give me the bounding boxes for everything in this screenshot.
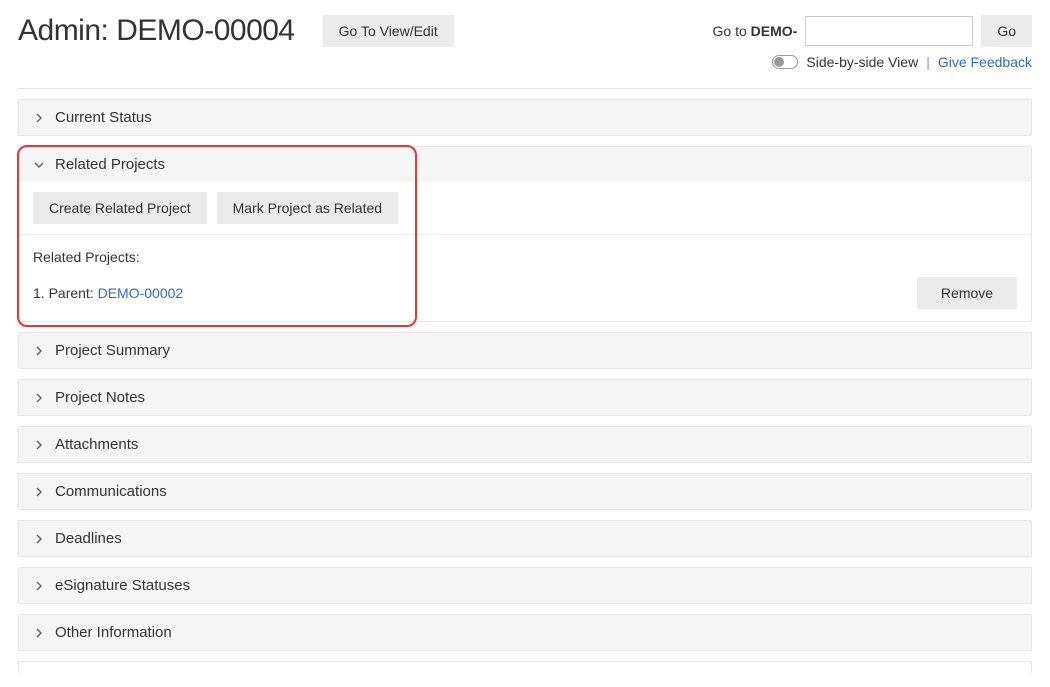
panel-title-project-notes: Project Notes [55, 389, 145, 406]
chevron-right-icon [33, 112, 45, 124]
panel-project-summary: Project Summary [18, 332, 1032, 369]
panel-header-project-summary[interactable]: Project Summary [19, 333, 1031, 368]
chevron-right-icon [33, 486, 45, 498]
page-header: Admin: DEMO-00004 Go To View/Edit Go to … [18, 14, 1032, 48]
panel-title-communications: Communications [55, 483, 167, 500]
chevron-right-icon [33, 345, 45, 357]
panel-related-projects: Related Projects Create Related Project … [18, 146, 1032, 322]
header-right-goto: Go to DEMO- Go [713, 15, 1033, 47]
chevron-right-icon [33, 439, 45, 451]
panel-header-project-notes[interactable]: Project Notes [19, 380, 1031, 415]
panel-project-notes: Project Notes [18, 379, 1032, 416]
panel-title-attachments: Attachments [55, 436, 138, 453]
panel-header-attachments[interactable]: Attachments [19, 427, 1031, 462]
related-project-row: 1. Parent: DEMO-00002 Remove [33, 277, 1017, 309]
panel-attachments: Attachments [18, 426, 1032, 463]
panel-title-deadlines: Deadlines [55, 530, 122, 547]
chevron-right-icon [33, 627, 45, 639]
panel-other-information: Other Information [18, 614, 1032, 651]
goto-bold: DEMO- [751, 23, 798, 39]
related-projects-button-row: Create Related Project Mark Project as R… [33, 192, 1017, 224]
panel-header-deadlines[interactable]: Deadlines [19, 521, 1031, 556]
chevron-down-icon [33, 159, 45, 171]
page-title: Admin: DEMO-00004 [18, 14, 295, 48]
panel-deadlines: Deadlines [18, 520, 1032, 557]
panel-inner-divider [19, 234, 1031, 235]
side-by-side-label: Side-by-side View [806, 54, 918, 70]
chevron-right-icon [33, 580, 45, 592]
remove-button[interactable]: Remove [917, 277, 1017, 309]
panel-cutoff [18, 661, 1032, 673]
panel-header-current-status[interactable]: Current Status [19, 100, 1031, 135]
related-project-item: 1. Parent: DEMO-00002 [33, 285, 183, 301]
panel-header-related-projects[interactable]: Related Projects [19, 147, 1031, 182]
mark-project-as-related-button[interactable]: Mark Project as Related [217, 192, 398, 224]
panel-title-related-projects: Related Projects [55, 156, 165, 173]
panel-header-communications[interactable]: Communications [19, 474, 1031, 509]
panel-header-other-information[interactable]: Other Information [19, 615, 1031, 650]
goto-prefix: Go to [713, 23, 751, 39]
header-left: Admin: DEMO-00004 Go To View/Edit [18, 14, 454, 48]
create-related-project-button[interactable]: Create Related Project [33, 192, 207, 224]
panel-current-status: Current Status [18, 99, 1032, 136]
sub-header: Side-by-side View | Give Feedback [18, 54, 1032, 70]
panel-header-esignature-statuses[interactable]: eSignature Statuses [19, 568, 1031, 603]
side-by-side-toggle[interactable] [772, 55, 798, 69]
go-to-view-edit-button[interactable]: Go To View/Edit [323, 15, 454, 47]
goto-input[interactable] [805, 16, 973, 46]
divider: | [926, 54, 930, 70]
panel-title-current-status: Current Status [55, 109, 152, 126]
related-project-item-prefix: 1. Parent: [33, 285, 98, 301]
related-projects-list-heading: Related Projects: [33, 249, 1017, 265]
chevron-right-icon [33, 533, 45, 545]
panel-body-related-projects: Create Related Project Mark Project as R… [19, 182, 1031, 321]
chevron-right-icon [33, 392, 45, 404]
give-feedback-link[interactable]: Give Feedback [938, 54, 1032, 70]
go-button[interactable]: Go [981, 15, 1032, 47]
panel-esignature-statuses: eSignature Statuses [18, 567, 1032, 604]
panel-communications: Communications [18, 473, 1032, 510]
header-divider [18, 88, 1032, 89]
related-project-link[interactable]: DEMO-00002 [98, 285, 184, 301]
panel-title-project-summary: Project Summary [55, 342, 170, 359]
panel-title-esignature: eSignature Statuses [55, 577, 190, 594]
goto-label: Go to DEMO- [713, 23, 798, 39]
